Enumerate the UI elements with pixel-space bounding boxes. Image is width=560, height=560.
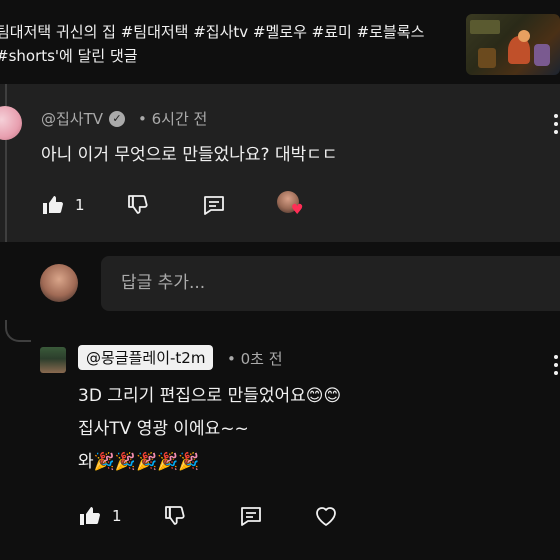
reply-comment-icon bbox=[241, 507, 261, 526]
reply-text: 3D 그리기 편집으로 만들었어요😊😊 집사TV 영광 이에요~~ 와🎉🎉🎉🎉🎉 bbox=[78, 382, 341, 481]
reply-line: 와🎉🎉🎉🎉🎉 bbox=[78, 452, 200, 472]
verified-check-icon: ✓ bbox=[109, 110, 126, 127]
reply-input[interactable]: 답글 추가... bbox=[101, 256, 560, 311]
comment-author[interactable]: @집사TV ✓ bbox=[41, 108, 126, 129]
like-button[interactable]: 1 bbox=[41, 193, 85, 217]
comment-text: 아니 이거 무엇으로 만들었나요? 대박ㄷㄷ bbox=[41, 145, 338, 165]
highlighted-comment: @집사TV ✓ • 6시간 전 아니 이거 무엇으로 만들었나요? 대박ㄷㄷ 1… bbox=[0, 84, 560, 242]
add-reply-row: 답글 추가... bbox=[0, 242, 560, 330]
reply-time: • 0초 전 bbox=[227, 350, 283, 368]
reply-line: 3D 그리기 편집으로 만들었어요😊😊 bbox=[78, 386, 342, 406]
comment-author-name[interactable]: @집사TV bbox=[41, 108, 103, 129]
video-header: 팀대저택 귀신의 집 #팀대저택 #집사tv #멜로우 #료미 #로블록스 #s… bbox=[0, 0, 560, 84]
commenter-avatar[interactable] bbox=[0, 106, 22, 140]
thumbs-down-icon bbox=[128, 195, 148, 214]
reply-heart-button[interactable] bbox=[313, 504, 339, 528]
reply-like-button[interactable]: 1 bbox=[78, 504, 122, 528]
reply-more-icon[interactable] bbox=[554, 355, 558, 375]
heart-icon: ♥ bbox=[291, 202, 304, 218]
reply-reply-button[interactable] bbox=[239, 504, 263, 528]
video-thumbnail[interactable] bbox=[466, 14, 560, 75]
thumbs-up-icon bbox=[80, 507, 100, 525]
reply-button[interactable] bbox=[202, 193, 226, 217]
reply-author-name[interactable]: @몽글플레이-t2m bbox=[78, 345, 214, 370]
creator-heart-badge: ♥ bbox=[277, 191, 304, 218]
dislike-button[interactable] bbox=[126, 193, 150, 217]
reply-like-count: 1 bbox=[112, 507, 122, 525]
reply-dislike-button[interactable] bbox=[163, 504, 187, 528]
comment-more-icon[interactable] bbox=[554, 114, 558, 134]
like-count: 1 bbox=[75, 196, 85, 214]
reply-line: 집사TV 영광 이에요~~ bbox=[78, 419, 249, 439]
reply-thread-connector bbox=[5, 320, 31, 342]
reply-author-avatar[interactable] bbox=[40, 347, 66, 373]
my-avatar bbox=[40, 264, 78, 302]
thumbs-up-icon bbox=[43, 196, 63, 214]
reply-comment-icon bbox=[204, 196, 224, 215]
comment-time: • 6시간 전 bbox=[138, 110, 208, 128]
heart-outline-icon bbox=[316, 507, 336, 526]
video-title[interactable]: 팀대저택 귀신의 집 #팀대저택 #집사tv #멜로우 #료미 #로블록스 #s… bbox=[0, 20, 456, 68]
thumbs-down-icon bbox=[165, 506, 185, 525]
